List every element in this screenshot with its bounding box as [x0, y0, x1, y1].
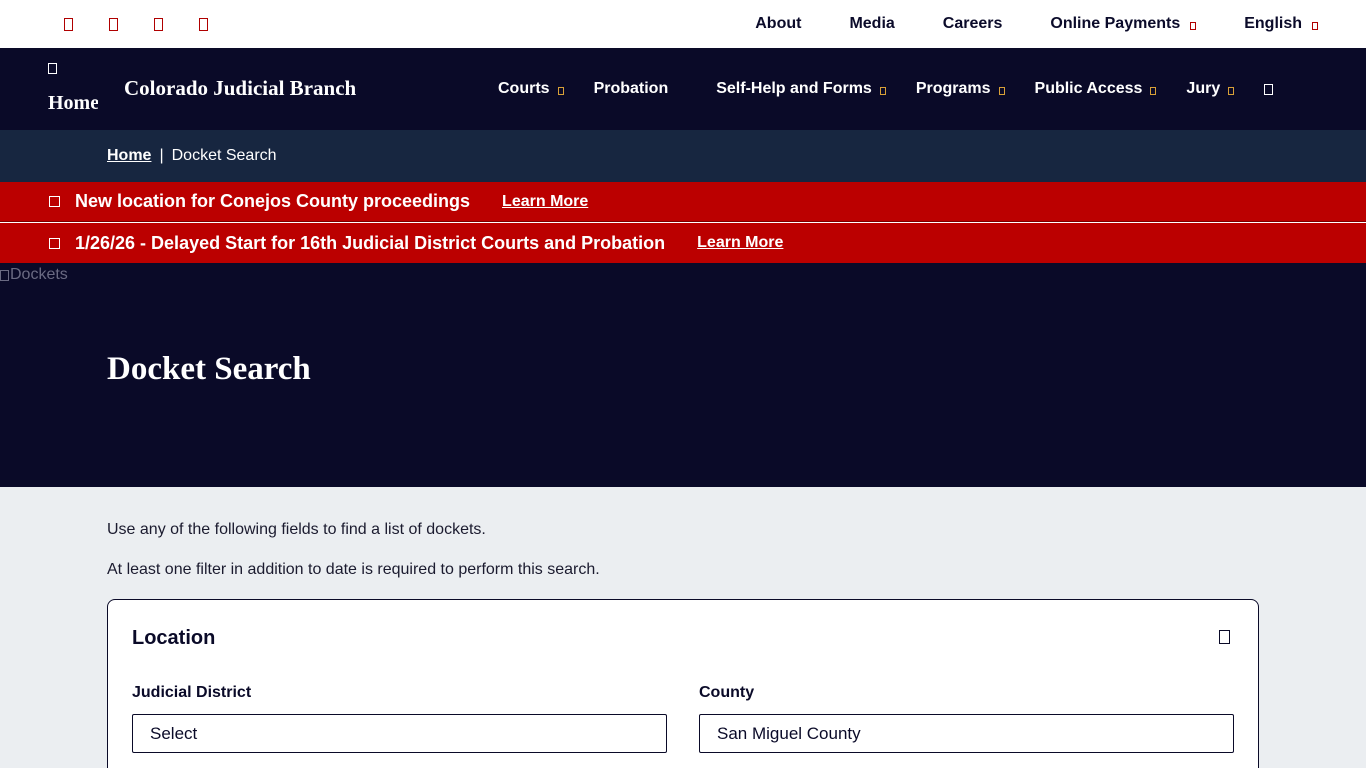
- alert-banner: 1/26/26 - Delayed Start for 16th Judicia…: [0, 223, 1366, 263]
- alert-learn-more-link[interactable]: Learn More: [502, 193, 588, 211]
- alert-text: 1/26/26 - Delayed Start for 16th Judicia…: [75, 232, 666, 253]
- breadcrumb: Home | Docket Search: [0, 130, 1366, 182]
- nav-public-access[interactable]: Public Access: [1035, 80, 1157, 98]
- chevron-down-icon: [1150, 86, 1157, 95]
- main-nav: Courts Probation Self-Help and Forms Pro…: [498, 48, 1274, 130]
- home-logo[interactable]: Home: [48, 60, 98, 120]
- nav-probation[interactable]: Probation: [594, 80, 669, 98]
- alert-icon: [49, 196, 60, 207]
- county-select[interactable]: San Miguel County: [699, 714, 1234, 753]
- nav-courts[interactable]: Courts: [498, 80, 564, 98]
- chevron-down-icon: [1312, 21, 1318, 30]
- instagram-icon[interactable]: [193, 13, 213, 35]
- breadcrumb-separator: |: [159, 147, 164, 164]
- utility-link-online-payments[interactable]: Online Payments: [1050, 15, 1197, 33]
- nav-jury[interactable]: Jury: [1186, 80, 1235, 98]
- alert-text: New location for Conejos County proceedi…: [75, 191, 471, 211]
- alert-icon: [49, 237, 60, 249]
- alert-banner: New location for Conejos County proceedi…: [0, 182, 1366, 222]
- social-links: [58, 13, 238, 35]
- alert-learn-more-link[interactable]: Learn More: [697, 234, 783, 252]
- judicial-district-select[interactable]: Select: [132, 714, 667, 753]
- location-filter-card: Location Judicial District County Select…: [107, 599, 1259, 768]
- judicial-district-label: Judicial District: [132, 684, 252, 701]
- nav-programs[interactable]: Programs: [916, 80, 1005, 98]
- utility-link-media[interactable]: Media: [849, 15, 894, 33]
- hero-image: Dockets: [0, 266, 68, 284]
- chevron-down-icon: [879, 86, 886, 95]
- hero-banner: Dockets Docket Search: [0, 263, 1366, 487]
- chevron-down-icon: [1190, 21, 1197, 30]
- breadcrumb-home-link[interactable]: Home: [107, 147, 151, 165]
- page-title: Docket Search: [107, 351, 311, 387]
- search-icon[interactable]: [1264, 83, 1274, 95]
- requirement-text: At least one filter in addition to date …: [107, 561, 600, 578]
- language-selector[interactable]: English: [1244, 15, 1318, 33]
- intro-text: Use any of the following fields to find …: [107, 521, 486, 538]
- location-section-title: Location: [132, 627, 216, 649]
- utility-bar: About Media Careers Online Payments Engl…: [0, 0, 1366, 48]
- county-label: County: [699, 684, 755, 701]
- utility-link-careers[interactable]: Careers: [943, 15, 1003, 33]
- site-title[interactable]: Colorado Judicial Branch: [124, 76, 356, 101]
- main-header: Home Colorado Judicial Branch Courts Pro…: [0, 48, 1366, 130]
- broken-image-icon: [48, 63, 57, 74]
- nav-self-help-and-forms[interactable]: Self-Help and Forms: [716, 80, 886, 98]
- youtube-icon[interactable]: [148, 13, 168, 35]
- chevron-down-icon: [998, 86, 1005, 95]
- chevron-down-icon: [1228, 86, 1235, 95]
- utility-nav: About Media Careers Online Payments Engl…: [755, 0, 1318, 48]
- broken-image-icon: [0, 269, 9, 281]
- breadcrumb-current: Docket Search: [171, 147, 277, 164]
- facebook-icon[interactable]: [58, 13, 78, 35]
- chevron-down-icon: [557, 86, 564, 95]
- collapse-icon[interactable]: [1219, 630, 1230, 644]
- utility-link-about[interactable]: About: [755, 15, 801, 33]
- twitter-icon[interactable]: [103, 13, 123, 35]
- main-content: Use any of the following fields to find …: [0, 487, 1366, 768]
